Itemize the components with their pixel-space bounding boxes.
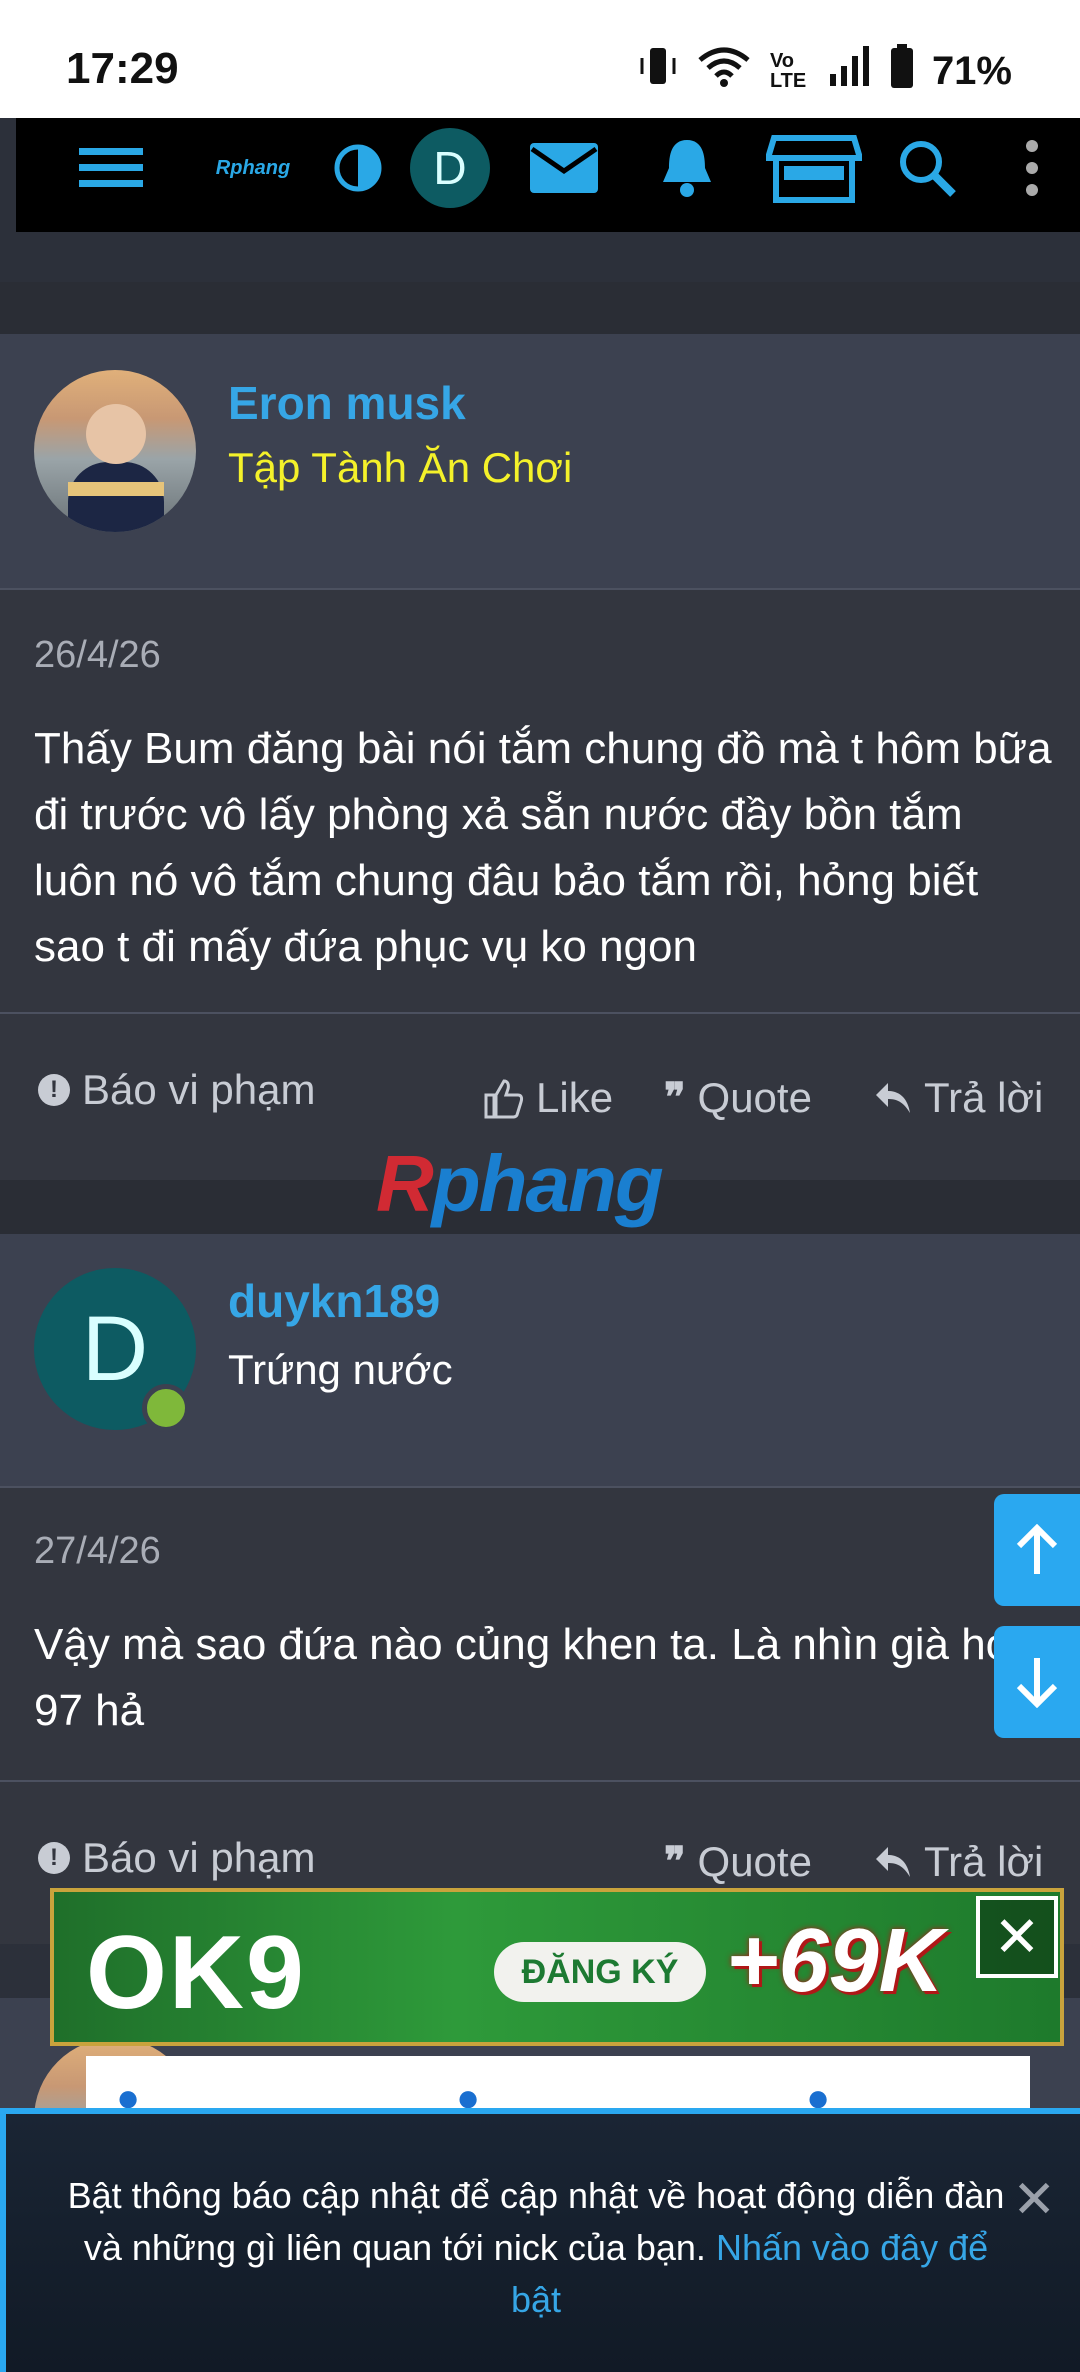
drop-icon: ● (456, 2076, 481, 2112)
like-button[interactable]: Like (482, 1074, 613, 1122)
close-icon[interactable]: ✕ (1012, 2170, 1056, 2230)
watermark-part-b: phang (431, 1139, 664, 1228)
alert-icon: ! (38, 1074, 70, 1106)
post: Eron musk Tập Tành Ăn Chơi 26/4/26 Thấy … (0, 334, 1080, 1180)
notice-text: Bật thông báo cập nhật để cập nhật về ho… (56, 2170, 1016, 2326)
arrow-down-icon (1016, 1658, 1058, 1708)
site-watermark: Rphang (376, 1138, 664, 1230)
wifi-icon (696, 44, 752, 98)
drop-icon: ● (116, 2076, 141, 2112)
status-bar: 17:29 Vo LTE 71% (0, 0, 1080, 118)
ad-bonus-text: +69K (726, 1911, 944, 2011)
arrow-up-icon (1016, 1524, 1058, 1574)
username[interactable]: Eron musk (228, 376, 466, 430)
report-label: Báo vi phạm (82, 1066, 316, 1113)
avatar[interactable] (34, 370, 196, 532)
search-icon[interactable] (892, 118, 962, 218)
username[interactable]: duykn189 (228, 1274, 440, 1328)
bell-icon[interactable] (652, 118, 722, 218)
reply-label: Trả lời (924, 1074, 1044, 1121)
post-author-header: D duykn189 Trứng nước (0, 1234, 1080, 1488)
user-title: Tập Tành Ăn Chơi (228, 444, 573, 491)
alert-icon: ! (38, 1842, 70, 1874)
status-icons: Vo LTE 71% (638, 44, 1012, 98)
store-icon[interactable] (766, 118, 862, 218)
quote-icon: ❞ (664, 1840, 686, 1884)
scroll-bottom-button[interactable] (994, 1626, 1080, 1738)
quote-button[interactable]: ❞ Quote (664, 1074, 812, 1122)
status-time: 17:29 (66, 44, 179, 93)
report-button[interactable]: ! Báo vi phạm (38, 1066, 315, 1114)
ad-register-button[interactable]: ĐĂNG KÝ (494, 1942, 706, 2002)
quote-icon: ❞ (664, 1076, 686, 1120)
reply-icon (876, 1847, 910, 1877)
battery-percent: 71% (931, 48, 1012, 93)
like-label: Like (536, 1074, 614, 1121)
report-button[interactable]: ! Báo vi phạm (38, 1834, 315, 1882)
watermark-part-a: R (376, 1139, 434, 1228)
quote-label: Quote (697, 1074, 812, 1121)
more-options-icon[interactable] (1012, 118, 1052, 218)
mail-icon[interactable] (526, 118, 602, 218)
report-label: Báo vi phạm (82, 1834, 316, 1881)
push-notification-prompt: Bật thông báo cập nhật để cập nhật về ho… (0, 2108, 1080, 2372)
user-title: Trứng nước (228, 1346, 453, 1393)
quote-button[interactable]: ❞ Quote (664, 1838, 812, 1886)
reply-label: Trả lời (924, 1838, 1044, 1885)
reply-icon (876, 1083, 910, 1113)
post-body: Vậy mà sao đứa nào củng khen ta. Là nhìn… (34, 1620, 1039, 1735)
post-body: Thấy Bum đăng bài nói tắm chung đồ mà t … (34, 724, 1052, 971)
user-avatar-button[interactable]: D (400, 118, 500, 218)
reply-button[interactable]: Trả lời (874, 1838, 1043, 1886)
battery-icon (890, 44, 914, 98)
post-date[interactable]: 27/4/26 (34, 1530, 161, 1573)
ad-close-icon[interactable]: ✕ (976, 1896, 1058, 1978)
post: D duykn189 Trứng nước 27/4/26 Vậy mà sao… (0, 1234, 1080, 1944)
nav-bar: Rphang D (16, 118, 1080, 232)
post-date[interactable]: 26/4/26 (34, 634, 161, 677)
quote-label: Quote (697, 1838, 812, 1885)
vibrate-icon (638, 44, 678, 98)
post-author-header: Eron musk Tập Tành Ăn Chơi (0, 334, 1080, 590)
avatar: D (410, 128, 490, 208)
scroll-top-button[interactable] (994, 1494, 1080, 1606)
ad-banner[interactable]: OK9 ĐĂNG KÝ +69K ✕ (50, 1888, 1064, 2046)
menu-icon[interactable] (76, 118, 146, 218)
online-status-icon (142, 1384, 190, 1432)
volte-icon: Vo LTE (769, 50, 807, 92)
separator (0, 282, 1080, 334)
thumbs-up-icon (484, 1079, 524, 1119)
signal-icon (828, 44, 872, 98)
reply-button[interactable]: Trả lời (874, 1074, 1043, 1122)
ad-strip: ● ● ● (86, 2056, 1030, 2112)
site-logo[interactable]: Rphang (198, 118, 308, 218)
drop-icon: ● (806, 2076, 831, 2112)
ad-logo: OK9 (86, 1915, 306, 2031)
theme-toggle-icon[interactable] (330, 118, 386, 218)
